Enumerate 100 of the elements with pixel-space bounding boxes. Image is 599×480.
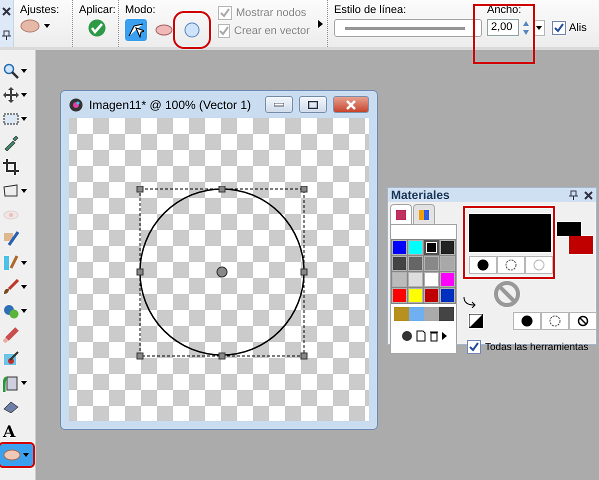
apply-check-icon (88, 19, 106, 37)
field-label: Ancho: (487, 4, 522, 16)
selection-icon (3, 113, 19, 125)
caret-icon (21, 189, 27, 193)
checkbox[interactable] (552, 20, 566, 34)
foreground-color[interactable] (469, 214, 551, 252)
caret-icon (44, 24, 50, 28)
caret-icon (21, 381, 27, 385)
group-label: Aplicar: (79, 4, 114, 16)
color-swatch[interactable] (440, 256, 455, 271)
eye-icon (3, 210, 19, 220)
paintbrush-icon (3, 279, 19, 295)
pin-icon (2, 30, 11, 40)
magnifier-icon (3, 63, 19, 79)
node-edit-icon (128, 22, 144, 38)
solid-style-button[interactable] (513, 312, 541, 330)
solid-style-button[interactable] (469, 256, 497, 274)
group-label: Modo: (125, 4, 157, 16)
background-swatch[interactable] (569, 236, 593, 254)
group-label: Ajustes: (20, 4, 60, 16)
field-label: Estilo de línea: (334, 4, 408, 16)
color-swatch[interactable] (408, 272, 423, 287)
line-style-dropdown[interactable] (334, 19, 482, 37)
panel-title: Materiales (391, 188, 451, 202)
palette-tab[interactable] (413, 204, 435, 224)
option-label: Todas las herramientas (485, 342, 588, 352)
color-swatch[interactable] (392, 272, 407, 287)
color-swatch[interactable] (440, 288, 455, 303)
color-swatch[interactable] (392, 288, 407, 303)
circle-drawing[interactable] (136, 186, 308, 360)
close-button[interactable] (333, 96, 369, 113)
close-icon (2, 7, 11, 16)
option-label: Alis (569, 22, 587, 34)
color-replacer-icon (3, 303, 19, 319)
color-swatch[interactable] (408, 288, 423, 303)
caret-icon (21, 93, 27, 97)
color-swatch[interactable] (424, 288, 439, 303)
line-sample-icon (345, 26, 465, 30)
expand-arrow-icon (318, 20, 323, 28)
no-icon (577, 315, 589, 327)
foreground-swatch[interactable] (557, 222, 581, 236)
caret-icon (21, 309, 27, 313)
close-icon (346, 100, 356, 110)
play-arrow-icon (442, 332, 446, 340)
checkbox[interactable] (467, 340, 481, 354)
color-swatch[interactable] (392, 240, 407, 255)
move-arrows-icon (3, 87, 19, 103)
caret-icon (21, 285, 27, 289)
paint-bucket-icon (3, 374, 19, 392)
width-field[interactable]: 2,00 (487, 19, 519, 36)
app-icon (69, 98, 83, 112)
color-swatch[interactable] (424, 256, 439, 271)
caret-icon (21, 117, 27, 121)
pattern-swatches-icon (394, 307, 454, 321)
gradient-dot-icon (549, 315, 561, 327)
minimize-icon (274, 102, 284, 106)
eraser-icon (3, 401, 19, 413)
ellipse-shape-icon (3, 449, 21, 461)
swap-arrow-icon (463, 296, 477, 308)
mode-button[interactable] (125, 19, 147, 41)
retouch-icon (3, 231, 19, 247)
spectrum-icon (419, 210, 429, 220)
gradient-style-button[interactable] (541, 312, 569, 330)
pin-icon (569, 190, 578, 200)
text-tool[interactable]: A (0, 420, 33, 442)
color-swatch[interactable] (424, 272, 439, 287)
swatch-icon (396, 210, 406, 220)
color-swatch[interactable] (424, 240, 439, 255)
check-icon (469, 342, 479, 352)
caret-icon (21, 261, 27, 265)
eraser-brush-icon (3, 327, 19, 343)
solid-dot-icon (477, 259, 489, 271)
crop-icon (3, 159, 19, 175)
caret-icon (23, 453, 29, 457)
new-document-icon (416, 330, 426, 342)
ellipse-preset-icon (20, 19, 40, 33)
maximize-button[interactable] (299, 96, 327, 113)
color-swatch[interactable] (408, 256, 423, 271)
dropper-icon (3, 135, 19, 151)
color-swatch[interactable] (440, 240, 455, 255)
maximize-icon (308, 100, 318, 108)
check-icon (554, 22, 564, 32)
minimize-button[interactable] (265, 96, 293, 113)
caret-icon (21, 69, 27, 73)
transparent-toggle-icon (469, 314, 483, 328)
color-swatch[interactable] (408, 240, 423, 255)
option-label: Mostrar nodos (236, 7, 306, 19)
clone-brush-icon (3, 255, 19, 271)
circle-icon (184, 22, 200, 38)
ellipse-icon (155, 24, 173, 36)
color-swatch[interactable] (392, 256, 407, 271)
palette-tab[interactable] (390, 204, 412, 224)
gradient-style-button[interactable] (497, 256, 525, 274)
gradient-dot-icon (505, 259, 517, 271)
transparent-style-button[interactable] (569, 312, 597, 330)
spinner-icon (522, 20, 530, 36)
window-title: Imagen11* @ 100% (Vector 1) (89, 98, 252, 112)
color-swatch[interactable] (440, 272, 455, 287)
pattern-icon (400, 330, 412, 342)
solid-dot-icon (521, 315, 533, 327)
